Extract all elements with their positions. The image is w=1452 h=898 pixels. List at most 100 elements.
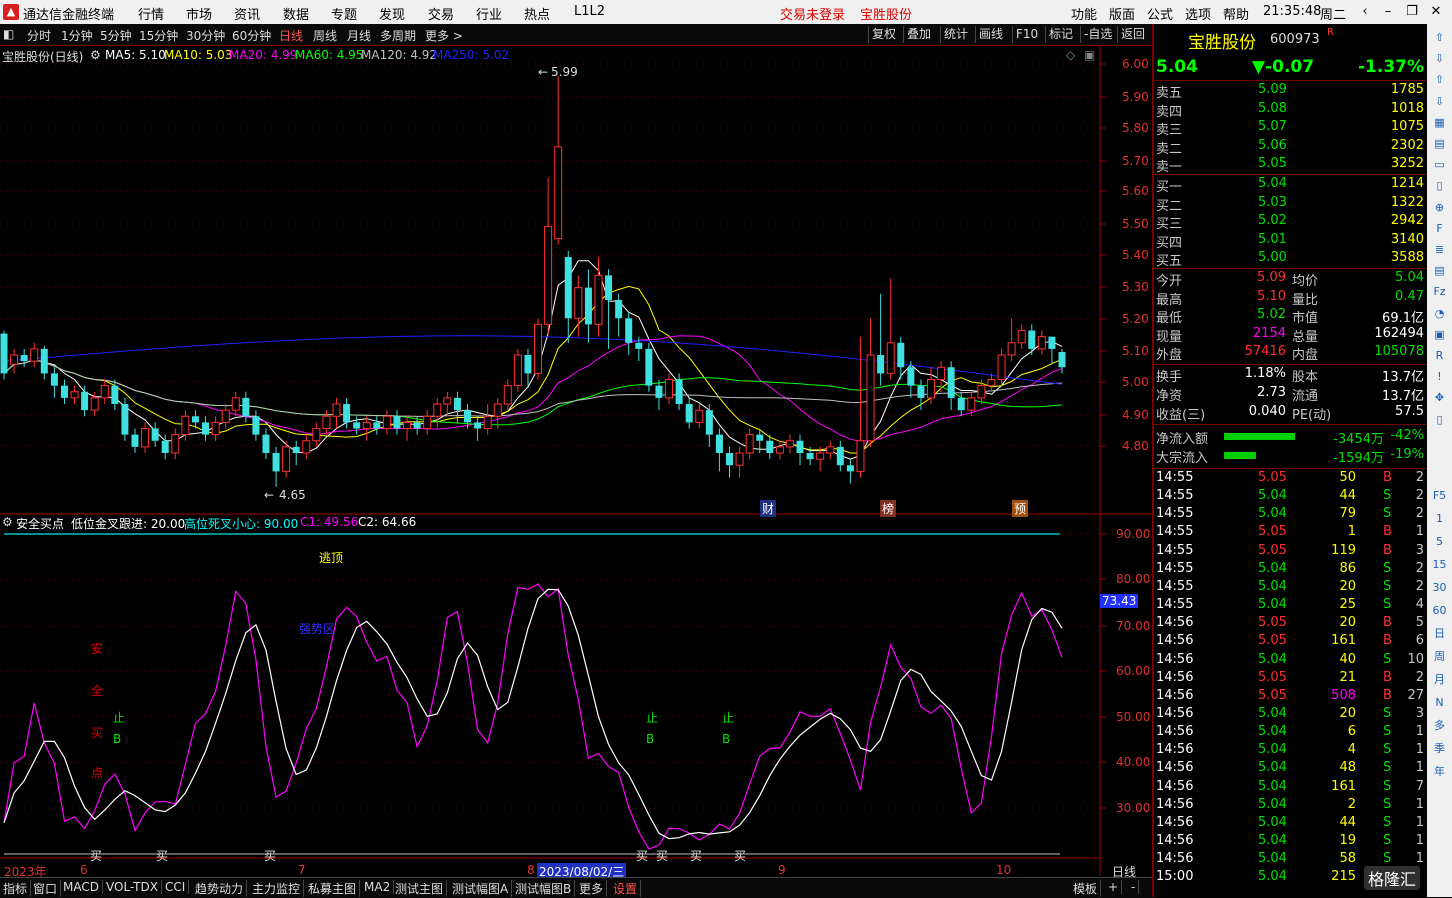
sidebar-period-9[interactable]: N [1430, 693, 1449, 712]
zoom-icon[interactable]: ⊕ [1430, 198, 1449, 217]
grid-icon[interactable]: ▤ [1430, 134, 1449, 153]
tab-vol[interactable]: VOL-TDX [103, 880, 162, 894]
zoom-in-button[interactable]: + [1105, 880, 1123, 894]
period-tab[interactable]: 分时 [27, 27, 51, 44]
sidebar-period-5[interactable]: 60 [1430, 601, 1449, 620]
tab-cci[interactable]: CCI [162, 880, 190, 894]
chart-icon[interactable]: ▦ [1430, 113, 1449, 132]
tick-row: 14:56 5.05 161 B 6 [1154, 633, 1426, 651]
remove-watchlist-button[interactable]: -自选 [1080, 26, 1115, 43]
zoom-out-button[interactable]: - [1128, 880, 1140, 894]
alert-icon[interactable]: ! [1430, 367, 1449, 386]
kline-icon[interactable]: ▯ [1430, 410, 1449, 429]
candle-icon[interactable]: ▯ [1430, 176, 1449, 195]
restore-icon[interactable]: ❐ [1401, 2, 1423, 22]
finance-marker[interactable]: 财 [760, 500, 777, 517]
rank-marker[interactable]: 榜 [880, 500, 897, 517]
tab-test-main[interactable]: 测试主图 [392, 880, 448, 897]
sidebar-period-6[interactable]: 日 [1430, 624, 1449, 643]
tab-ma2[interactable]: MA2 [361, 880, 395, 894]
menu-item[interactable]: 行情 [138, 4, 164, 23]
arrow-down2-icon[interactable]: ⇩ [1430, 92, 1449, 111]
list-icon[interactable]: ≣ [1430, 240, 1449, 259]
restore-rights-button[interactable]: 复权 [868, 26, 899, 43]
menu-options[interactable]: 选项 [1185, 4, 1211, 23]
close-icon[interactable]: ✕ [1425, 2, 1447, 22]
f10-icon[interactable]: F [1430, 219, 1449, 238]
sidebar-period-4[interactable]: 30 [1430, 578, 1449, 597]
menu-item[interactable]: 发现 [379, 4, 405, 23]
f10-button[interactable]: F10 [1012, 26, 1041, 43]
move-icon[interactable]: ✥ [1430, 388, 1449, 407]
stats-button[interactable]: 统计 [940, 26, 971, 43]
sidebar-period-2[interactable]: 5 [1430, 532, 1449, 551]
arrow-up-icon[interactable]: ⇧ [1430, 28, 1449, 47]
tab-test-b[interactable]: 测试幅图B [512, 880, 576, 897]
book-icon[interactable]: ▤ [1430, 261, 1449, 280]
rsi-icon[interactable]: R [1430, 346, 1449, 365]
menu-item[interactable]: 数据 [283, 4, 309, 23]
tab-settings[interactable]: 设置 [610, 880, 642, 897]
period-tab[interactable]: 30分钟 [186, 27, 225, 44]
menu-item[interactable]: 市场 [186, 4, 212, 23]
minimize-icon[interactable]: – [1377, 2, 1399, 22]
tab-trend[interactable]: 趋势动力 [192, 880, 248, 897]
sidebar-period-7[interactable]: 周 [1430, 647, 1449, 666]
sidebar-period-11[interactable]: 季 [1430, 739, 1449, 758]
menu-formula[interactable]: 公式 [1147, 4, 1173, 23]
back-icon[interactable]: ‹ [1354, 2, 1376, 22]
kline-chart[interactable] [0, 46, 1152, 876]
sidebar-period-3[interactable]: 15 [1430, 555, 1449, 574]
menu-layout[interactable]: 版面 [1109, 4, 1135, 23]
period-tab[interactable]: 1分钟 [61, 27, 93, 44]
menu-item[interactable]: 行业 [476, 4, 502, 23]
window-icon[interactable]: ▣ [1084, 48, 1095, 62]
period-tab[interactable]: 60分钟 [232, 27, 271, 44]
tab-main-monitor[interactable]: 主力监控 [249, 880, 305, 897]
clock-icon[interactable]: ◔ [1430, 304, 1449, 323]
panel-toggle-icon[interactable]: ◧ [3, 27, 14, 41]
period-tab[interactable]: 多周期 [380, 27, 416, 44]
indicator-settings-icon[interactable]: ⚙ [2, 515, 13, 529]
menu-function[interactable]: 功能 [1071, 4, 1097, 23]
menu-item[interactable]: 交易 [428, 4, 454, 23]
menu-item[interactable]: 专题 [331, 4, 357, 23]
arrow-down-icon[interactable]: ⇩ [1430, 49, 1449, 68]
sidebar-period-12[interactable]: 年 [1430, 762, 1449, 781]
tab-indicator[interactable]: 指标 [0, 880, 32, 897]
back-button[interactable]: 返回 [1117, 26, 1148, 43]
overlay-button[interactable]: 叠加 [903, 26, 934, 43]
line-icon[interactable]: ▭ [1430, 155, 1449, 174]
period-tab[interactable]: 15分钟 [139, 27, 178, 44]
diamond-icon[interactable]: ◇ [1066, 48, 1075, 62]
period-tab[interactable]: 5分钟 [100, 27, 132, 44]
arrow-up2-icon[interactable]: ⇧ [1430, 70, 1449, 89]
template-button[interactable]: 模板 [1070, 880, 1102, 897]
sidebar-period-0[interactable]: F5 [1430, 486, 1449, 505]
fz-icon[interactable]: Fz [1430, 282, 1449, 301]
period-tab[interactable]: 周线 [313, 27, 337, 44]
menu-help[interactable]: 帮助 [1223, 4, 1249, 23]
period-tab-active[interactable]: 日线 [279, 27, 303, 44]
menu-item[interactable]: 热点 [524, 4, 550, 23]
settings-icon[interactable]: ⚙ [90, 48, 101, 62]
tab-window[interactable]: 窗口 [30, 880, 62, 897]
chart-area[interactable]: 宝胜股份(日线) ⚙ MA5: 5.10 MA10: 5.03 MA20: 4.… [0, 46, 1152, 880]
draw-button[interactable]: 画线 [975, 26, 1006, 43]
sidebar-period-10[interactable]: 多 [1430, 716, 1449, 735]
menu-item[interactable]: 资讯 [234, 4, 260, 23]
sidebar-period-1[interactable]: 1 [1430, 509, 1449, 528]
tab-test-a[interactable]: 测试幅图A [449, 880, 513, 897]
period-more[interactable]: 更多 > [425, 27, 463, 44]
tab-more[interactable]: 更多 [576, 880, 608, 897]
box-icon[interactable]: ▣ [1430, 325, 1449, 344]
bid-volume: 1322 [1390, 194, 1424, 210]
tab-private[interactable]: 私募主图 [305, 880, 361, 897]
menu-item[interactable]: L1L2 [574, 4, 605, 19]
login-status[interactable]: 交易未登录 [780, 4, 845, 23]
tab-macd[interactable]: MACD [60, 880, 103, 894]
forecast-marker[interactable]: 预 [1012, 500, 1029, 517]
mark-button[interactable]: 标记 [1045, 26, 1076, 43]
period-tab[interactable]: 月线 [347, 27, 371, 44]
sidebar-period-8[interactable]: 月 [1430, 670, 1449, 689]
